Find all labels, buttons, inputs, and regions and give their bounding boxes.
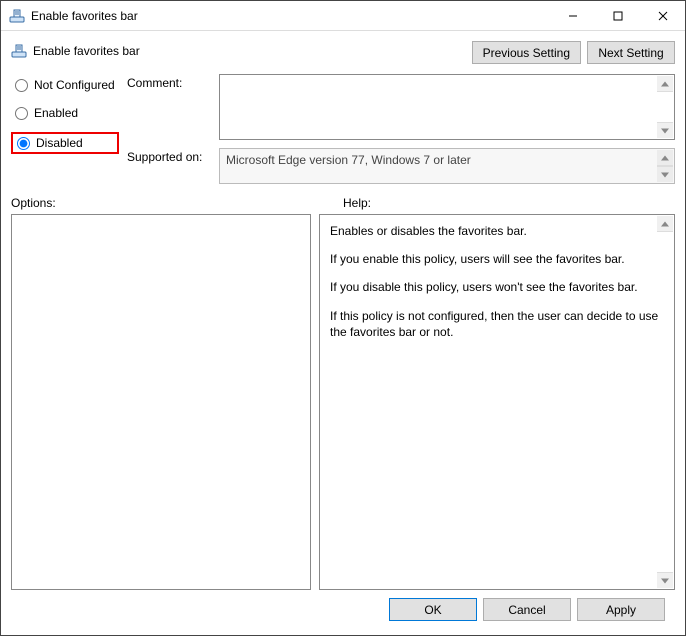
options-pane — [11, 214, 311, 590]
policy-icon — [9, 8, 25, 24]
supported-on-field: Microsoft Edge version 77, Windows 7 or … — [219, 148, 675, 184]
policy-name-label: Enable favorites bar — [11, 43, 140, 59]
supported-on-text: Microsoft Edge version 77, Windows 7 or … — [226, 153, 471, 167]
help-pane: Enables or disables the favorites bar. I… — [319, 214, 675, 590]
policy-name-text: Enable favorites bar — [33, 44, 140, 58]
supported-label: Supported on: — [127, 148, 213, 164]
scroll-down-icon — [657, 166, 673, 182]
help-paragraph: Enables or disables the favorites bar. — [330, 223, 664, 239]
radio-not-configured[interactable]: Not Configured — [11, 76, 119, 94]
maximize-button[interactable] — [595, 1, 640, 30]
panes-row: Enables or disables the favorites bar. I… — [11, 214, 675, 590]
radio-disabled[interactable]: Disabled — [11, 132, 119, 154]
policy-editor-window: Enable favorites bar — [0, 0, 686, 636]
previous-setting-button[interactable]: Previous Setting — [472, 41, 581, 64]
help-paragraph: If you disable this policy, users won't … — [330, 279, 664, 295]
comment-input[interactable] — [219, 74, 675, 140]
scroll-down-icon[interactable] — [657, 122, 673, 138]
policy-icon — [11, 43, 27, 59]
content-area: Enable favorites bar Previous Setting Ne… — [1, 31, 685, 635]
scroll-down-icon[interactable] — [657, 572, 673, 588]
radio-not-configured-label: Not Configured — [34, 78, 115, 92]
header-row: Enable favorites bar Previous Setting Ne… — [11, 39, 675, 64]
footer-buttons: OK Cancel Apply — [11, 590, 675, 629]
apply-button[interactable]: Apply — [577, 598, 665, 621]
next-setting-button[interactable]: Next Setting — [587, 41, 675, 64]
ok-button[interactable]: OK — [389, 598, 477, 621]
radio-enabled[interactable]: Enabled — [11, 104, 119, 122]
nav-buttons: Previous Setting Next Setting — [472, 41, 675, 64]
window-controls — [550, 1, 685, 30]
scroll-up-icon — [657, 150, 673, 166]
comment-row: Comment: — [127, 74, 675, 140]
cancel-button[interactable]: Cancel — [483, 598, 571, 621]
form-column: Comment: Supported on: Microsoft Edge ve… — [127, 74, 675, 184]
scroll-up-icon[interactable] — [657, 216, 673, 232]
options-label: Options: — [11, 196, 343, 210]
close-button[interactable] — [640, 1, 685, 30]
comment-label: Comment: — [127, 74, 213, 90]
radio-enabled-input[interactable] — [15, 107, 28, 120]
help-paragraph: If this policy is not configured, then t… — [330, 308, 664, 340]
supported-row: Supported on: Microsoft Edge version 77,… — [127, 148, 675, 184]
state-row: Not Configured Enabled Disabled Comment: — [11, 74, 675, 184]
radio-disabled-label: Disabled — [36, 136, 83, 150]
state-radio-group: Not Configured Enabled Disabled — [11, 74, 119, 184]
minimize-button[interactable] — [550, 1, 595, 30]
radio-not-configured-input[interactable] — [15, 79, 28, 92]
help-paragraph: If you enable this policy, users will se… — [330, 251, 664, 267]
radio-disabled-input[interactable] — [17, 137, 30, 150]
scroll-up-icon[interactable] — [657, 76, 673, 92]
help-label: Help: — [343, 196, 675, 210]
radio-enabled-label: Enabled — [34, 106, 78, 120]
titlebar: Enable favorites bar — [1, 1, 685, 31]
window-title: Enable favorites bar — [31, 9, 550, 23]
pane-labels-row: Options: Help: — [11, 196, 675, 210]
